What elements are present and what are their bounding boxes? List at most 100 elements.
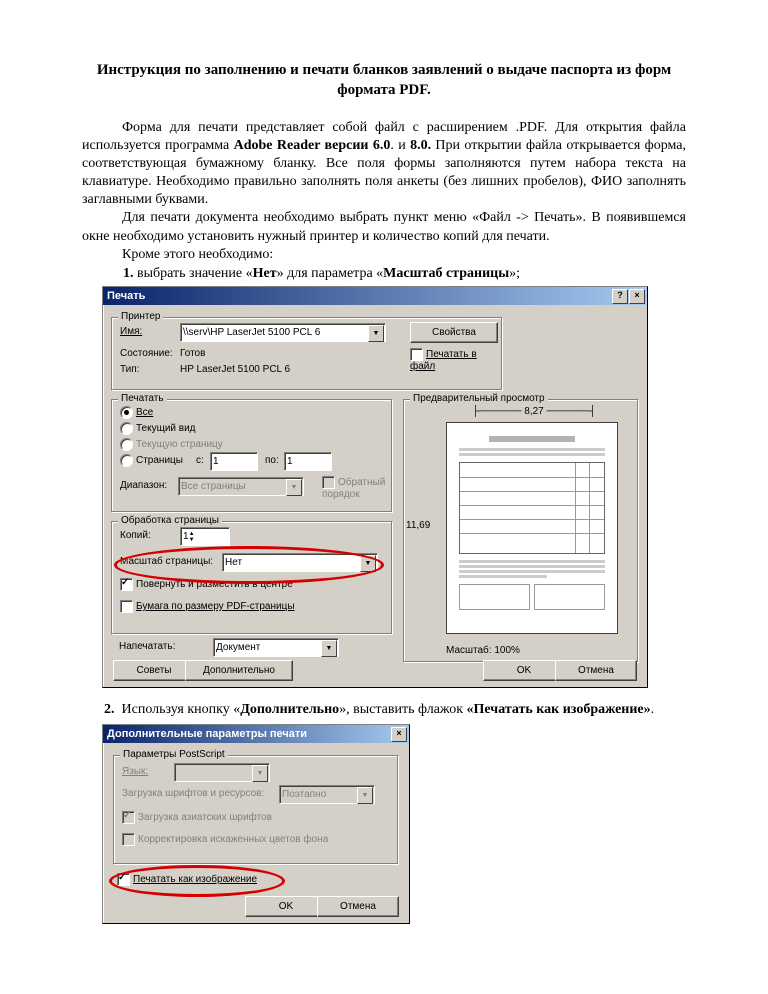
group-label: Печатать (118, 393, 167, 404)
text: Бумага по размеру PDF-страницы (136, 601, 295, 612)
text: Поэтапно (282, 789, 326, 800)
checkbox[interactable] (410, 348, 423, 361)
text: Текущую страницу (136, 439, 223, 450)
close-icon[interactable]: × (391, 727, 407, 742)
radio[interactable] (120, 454, 133, 467)
cancel-button[interactable]: Отмена (317, 896, 399, 917)
text: Язык: (122, 766, 148, 777)
scale-label: Масштаб страницы: (120, 556, 213, 567)
type-value: HP LaserJet 5100 PCL 6 (180, 364, 290, 375)
radio[interactable] (120, 406, 133, 419)
list-item-1: выбрать значение «Нет» для параметра «Ма… (137, 266, 686, 282)
dialog-title: Дополнительные параметры печати (107, 728, 307, 740)
rotate-check[interactable]: Повернуть и разместить в центре (120, 578, 293, 591)
tips-button[interactable]: Советы (113, 660, 195, 681)
print-to-file[interactable]: Печатать в файл (410, 348, 502, 372)
help-icon[interactable]: ? (612, 289, 628, 304)
text: », выставить флажок (339, 702, 466, 717)
chevron-down-icon[interactable]: ▼ (360, 555, 376, 572)
chevron-down-icon[interactable]: ▼ (368, 325, 384, 342)
pdfsize-check[interactable]: Бумага по размеру PDF-страницы (120, 600, 295, 613)
group-range: Печатать Все Текущий вид Текущую страниц… (111, 399, 393, 513)
ruler-height: 11,69 (406, 520, 430, 531)
radio-current-page[interactable]: Текущую страницу (120, 438, 223, 451)
text: 1 (213, 456, 219, 467)
group-preview: Предварительный просмотр ├────── 8,27 ──… (403, 399, 639, 663)
text: Текущий вид (136, 423, 196, 434)
to-label: по: (265, 455, 279, 466)
ok-button[interactable]: OK (483, 660, 565, 681)
fonts-select[interactable]: Поэтапно ▼ (279, 785, 375, 804)
copies-label: Копий: (120, 530, 151, 541)
paragraph-1: Форма для печати представляет собой файл… (82, 119, 686, 210)
range-select[interactable]: Все страницы▼ (178, 477, 304, 496)
page-preview (446, 422, 618, 634)
text: 1 (287, 456, 293, 467)
text: . и (390, 138, 410, 153)
step-2-text: 2. Используя кнопку «Дополнительно», выс… (82, 702, 686, 718)
doc-title: Инструкция по заполнению и печати бланко… (82, 60, 686, 101)
text: Корректировка искаженных цветов фона (138, 834, 328, 845)
titlebar[interactable]: Печать ? × (103, 287, 647, 305)
checkbox[interactable] (117, 873, 130, 886)
spinner-icon[interactable]: ▲▼ (189, 531, 195, 543)
type-label: Тип: (120, 364, 139, 375)
advanced-print-dialog: Дополнительные параметры печати × Параме… (102, 724, 410, 924)
radio[interactable] (120, 438, 133, 451)
ruler-width: ├────── 8,27 ──────┤ (444, 406, 624, 417)
checkbox[interactable] (122, 833, 135, 846)
close-icon[interactable]: × (629, 289, 645, 304)
text: Страницы (136, 455, 183, 466)
group-postscript: Параметры PostScript Язык: ▼ Загрузка шр… (113, 755, 399, 865)
text-bold: Нет (253, 266, 277, 281)
group-label: Принтер (118, 311, 163, 322)
checkbox[interactable] (122, 811, 135, 824)
radio[interactable] (120, 422, 133, 435)
from-input[interactable]: 1 (210, 452, 258, 471)
paragraph-2: Для печати документа необходимо выбрать … (82, 209, 686, 245)
asian-check[interactable]: Загрузка азиатских шрифтов (122, 811, 272, 824)
bgfix-check[interactable]: Корректировка искаженных цветов фона (122, 833, 328, 846)
text-bold: 8.0. (410, 138, 431, 153)
titlebar[interactable]: Дополнительные параметры печати × (103, 725, 409, 743)
checkbox[interactable] (120, 600, 133, 613)
scale-select[interactable]: Нет ▼ (222, 553, 378, 572)
group-label: Обработка страницы (118, 515, 222, 526)
print-what-select[interactable]: Документ▼ (213, 638, 339, 657)
text: Нет (225, 557, 242, 568)
reverse-check[interactable]: Обратный порядок (322, 476, 392, 500)
chevron-down-icon[interactable]: ▼ (252, 765, 268, 782)
chevron-down-icon[interactable]: ▼ (321, 640, 337, 657)
checkbox[interactable] (322, 476, 335, 489)
ok-button[interactable]: OK (245, 896, 327, 917)
printer-name: \\serv\HP LaserJet 5100 PCL 6 (183, 327, 320, 338)
print-as-image-check[interactable]: Печатать как изображение (117, 873, 257, 886)
fonts-label: Загрузка шрифтов и ресурсов: (122, 788, 264, 799)
lang-select[interactable]: ▼ (174, 763, 270, 782)
text-bold: Масштаб страницы (383, 266, 509, 281)
name-label: Имя: (120, 326, 142, 337)
dialog-title: Печать (107, 290, 145, 302)
text: . (651, 702, 655, 717)
properties-button[interactable]: Свойства (410, 322, 498, 343)
text: Используя кнопку « (122, 702, 241, 717)
chevron-down-icon[interactable]: ▼ (357, 787, 373, 804)
text: Все (136, 407, 153, 418)
cancel-button[interactable]: Отмена (555, 660, 637, 681)
copies-input[interactable]: 1▲▼ (180, 527, 230, 546)
instruction-list: выбрать значение «Нет» для параметра «Ма… (82, 266, 686, 282)
checkbox[interactable] (120, 578, 133, 591)
lang-label: Язык: (122, 766, 148, 777)
text: Печатать как изображение (133, 874, 257, 885)
from-label: с: (196, 455, 204, 466)
chevron-down-icon[interactable]: ▼ (286, 479, 302, 496)
to-input[interactable]: 1 (284, 452, 332, 471)
radio-current-view[interactable]: Текущий вид (120, 422, 196, 435)
print-dialog: Печать ? × Принтер Имя: \\serv\HP LaserJ… (102, 286, 648, 688)
printer-select[interactable]: \\serv\HP LaserJet 5100 PCL 6 ▼ (180, 323, 386, 342)
text: »; (509, 266, 520, 281)
text: Имя: (120, 326, 142, 337)
advanced-button[interactable]: Дополнительно (185, 660, 293, 681)
radio-all[interactable]: Все (120, 406, 153, 419)
radio-pages[interactable]: Страницы (120, 454, 183, 467)
